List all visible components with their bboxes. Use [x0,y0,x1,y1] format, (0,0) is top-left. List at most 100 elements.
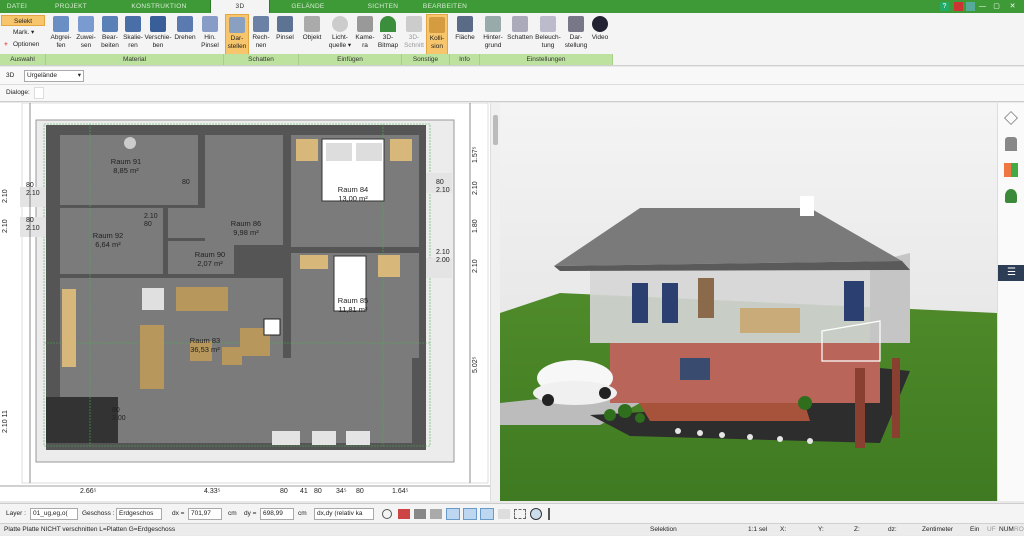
dimension-label: 2.10 [472,181,479,195]
room-label[interactable]: Raum 92 6,64 m² [84,231,132,249]
bitmap-3d-button[interactable]: 3D- Bitmap [376,14,400,58]
chair-icon[interactable] [1005,137,1017,151]
snap-icon[interactable] [463,508,477,520]
dimension-label: 80 [280,488,288,495]
grid-icon[interactable] [514,509,526,519]
scroll-thumb[interactable] [493,115,498,145]
section-3d-button[interactable]: 3D- Schnitt [403,14,425,58]
tool-icon[interactable] [498,509,510,519]
app-icon[interactable] [954,2,963,11]
brush-icon [202,16,218,32]
cube-calc-icon [253,16,269,32]
tab-datei[interactable]: DATEI [0,0,34,13]
restore-icon[interactable]: ▢ [992,2,1001,11]
collision-button[interactable]: Kolli- sion [426,14,448,58]
tab-konstruktion[interactable]: KONSTRUKTION [108,0,210,13]
tool-icon[interactable] [430,509,442,519]
room-label[interactable]: Raum 91 8,85 m² [102,157,150,175]
options-button[interactable]: + Optionen [1,39,45,50]
snap-icon[interactable] [446,508,460,520]
dimension-label: 2.10 11 [2,410,9,433]
show-shadow-button[interactable]: Dar- stellen [225,14,249,58]
tab-sichten[interactable]: SICHTEN [346,0,420,13]
tool-icon[interactable] [414,509,426,519]
area-icon [457,16,473,32]
brush-material-button[interactable]: Hin. Pinsel [198,14,222,58]
coord-mode-select[interactable]: dx,dy (relativ ka [314,508,374,520]
group-schatten: Schatten [224,54,299,65]
floor-select[interactable]: Erdgeschos [116,508,162,520]
tab-3d[interactable]: 3D [210,0,270,13]
floor-plan-view[interactable]: Raum 91 8,85 m² Raum 92 6,64 m² Raum 86 9,9… [0,103,490,501]
shadow-settings-button[interactable]: Schatten [506,14,534,58]
mark-button[interactable]: Mark. ▾ [1,27,45,38]
display-button[interactable]: Dar- stellung [563,14,589,58]
select-button[interactable]: Selekt [1,15,45,26]
palette-icon[interactable] [1004,163,1018,177]
calc-shadow-button[interactable]: Rech- nen [250,14,272,58]
camera-button[interactable]: Kame- ra [354,14,376,58]
room-label[interactable]: Raum 90 2,07 m² [186,250,234,268]
3d-view[interactable] [500,103,997,501]
tree-icon[interactable] [1005,189,1017,203]
rotate-icon [177,16,193,32]
tab-gelaende[interactable]: GELÄNDE [270,0,346,13]
app-icon[interactable] [966,2,975,11]
help-icon[interactable]: ? [940,2,949,11]
tab-projekt[interactable]: PROJEKT [34,0,108,13]
room-label[interactable]: Raum 86 9,98 m² [222,219,270,237]
tab-bearbeiten[interactable]: BEARBEITEN [420,0,470,13]
section-icon [406,16,422,32]
menu-icon[interactable]: ☰ [998,265,1024,281]
light-source-button[interactable]: Licht- quelle ▾ [326,14,354,58]
room-label[interactable]: Raum 83 36,53 m² [180,336,230,354]
floor-plan-canvas [0,103,490,501]
clock-icon[interactable] [382,509,392,519]
assign-material-button[interactable]: Zuwei- sen [74,14,98,58]
monitor-icon [568,16,584,32]
3d-scene [500,103,997,501]
minimize-icon[interactable]: — [978,2,987,11]
status-ein: Ein [970,526,980,533]
background-button[interactable]: Hinter- grund [480,14,506,58]
dimension-label: 5.02⁵ [472,356,479,373]
room-label[interactable]: Raum 85 11,81 m² [328,296,378,314]
room-label[interactable]: Raum 84 13,00 m² [328,185,378,203]
rotate-material-button[interactable]: Drehen [172,14,198,58]
close-icon[interactable]: ✕ [1008,2,1017,11]
brush-icon [277,16,293,32]
lighting-button[interactable]: Beleuch- tung [534,14,562,58]
layers-icon[interactable] [1004,111,1018,125]
dx-input[interactable]: 701,97 [188,508,222,520]
chair-icon [304,16,320,32]
dialog-field[interactable] [34,87,44,99]
vertical-scrollbar[interactable] [490,103,500,501]
object-button[interactable]: Objekt [300,14,324,58]
move-material-button[interactable]: Verschie- ben [144,14,172,58]
dy-input[interactable]: 698,99 [260,508,294,520]
scale-material-button[interactable]: Skalie- ren [122,14,144,58]
dimension-label: 2.10 2.00 [436,249,450,264]
dimension-label: 2.10 [2,219,9,233]
shadow-brush-button[interactable]: Pinsel [273,14,297,58]
video-button[interactable]: Video [589,14,611,58]
stairs[interactable] [46,397,118,443]
pick-material-button[interactable]: Abgrei- fen [48,14,74,58]
layer-select[interactable]: 01_ug,eg,o( [30,508,78,520]
tool-icon[interactable] [398,509,410,519]
north-icon[interactable] [530,508,542,520]
edit-material-button[interactable]: Bear- beiten [98,14,122,58]
eyedropper-icon [53,16,69,32]
group-material: Material [46,54,224,65]
ribbon: Selekt Mark. ▾ + Optionen Abgrei- fen Zuw… [0,13,1024,66]
view-toolbar: 3D Urgelände ▾ [0,67,1024,85]
dimension-label: 4.33⁵ [204,488,221,495]
dimension-label: 2.10 80 [144,213,158,228]
terrain-select[interactable]: Urgelände ▾ [24,70,84,82]
dx-unit: cm [228,510,237,517]
snap-icon[interactable] [480,508,494,520]
area-button[interactable]: Fläche [452,14,478,58]
scale-icon [125,16,141,32]
dimension-label: 80 [314,488,322,495]
dimension-label: 2.66⁵ [80,488,97,495]
